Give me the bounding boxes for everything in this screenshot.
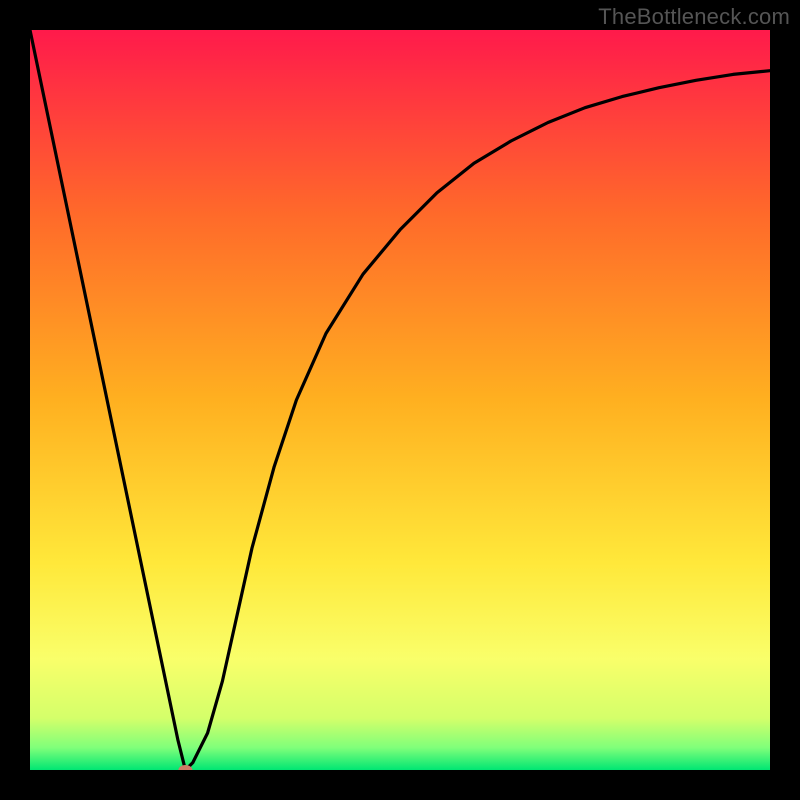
gradient-background	[30, 30, 770, 770]
watermark-text: TheBottleneck.com	[598, 4, 790, 30]
chart-frame: TheBottleneck.com	[0, 0, 800, 800]
plot-area	[30, 30, 770, 770]
chart-svg	[30, 30, 770, 770]
